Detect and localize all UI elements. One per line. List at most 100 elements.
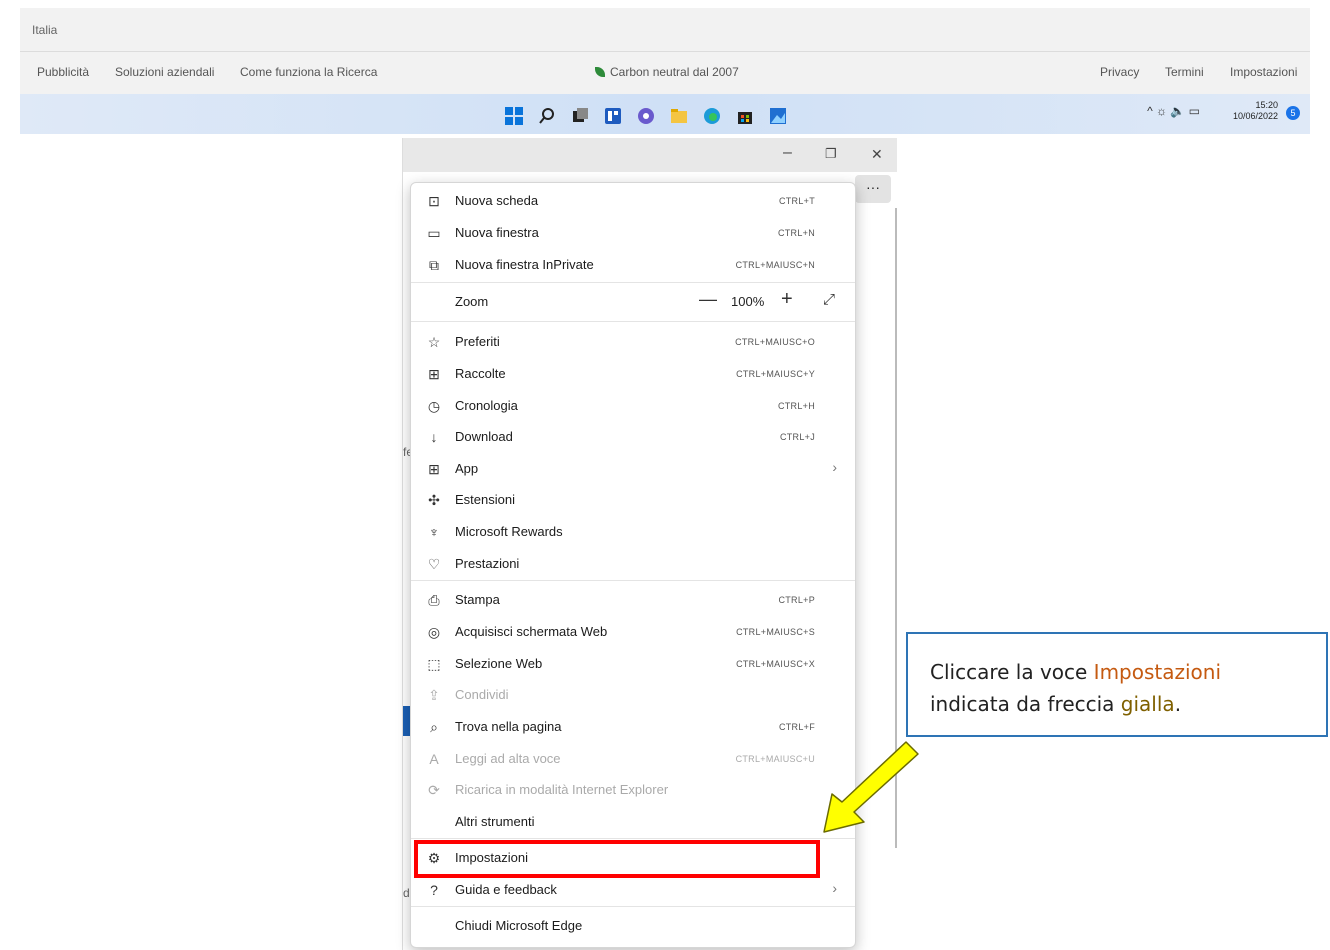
menu-separator	[411, 906, 855, 907]
carbon-neutral-notice: Carbon neutral dal 2007	[595, 65, 739, 79]
menu-item-label: Zoom	[455, 294, 489, 309]
menu-item-label: Guida e feedback	[455, 882, 557, 897]
menu-item-more-tools[interactable]: Altri strumenti	[411, 807, 855, 838]
minimize-button[interactable]: –	[783, 144, 792, 162]
menu-item-shortcut: CTRL+T	[778, 196, 815, 206]
menu-item-find-on-page[interactable]: ⌕ Trova nella pagina CTRL+F	[411, 712, 855, 743]
menu-item-new-tab[interactable]: ⊡ Nuova scheda CTRL+T	[411, 186, 855, 217]
windows-start-icon[interactable]	[505, 107, 523, 125]
menu-item-reload-ie-mode[interactable]: ⟳ Ricarica in modalità Internet Explorer	[411, 775, 855, 806]
menu-item-share[interactable]: ⇪ Condividi	[411, 680, 855, 711]
chevron-right-icon: ›	[832, 880, 837, 896]
menu-item-shortcut: CTRL+MAIUSC+Y	[736, 369, 815, 379]
menu-item-shortcut: CTRL+MAIUSC+U	[735, 754, 815, 764]
menu-item-read-aloud[interactable]: A Leggi ad alta voce CTRL+MAIUSC+U	[411, 744, 855, 775]
menu-item-close-edge[interactable]: Chiudi Microsoft Edge	[411, 911, 855, 942]
share-icon: ⇪	[428, 687, 440, 703]
chat-icon[interactable]	[637, 107, 655, 125]
performance-icon: ♡	[427, 556, 441, 572]
collections-icon: ⊞	[428, 366, 440, 382]
menu-item-web-select[interactable]: ⬚ Selezione Web CTRL+MAIUSC+X	[411, 649, 855, 680]
menu-item-label: Estensioni	[455, 492, 515, 507]
footer-link-settings[interactable]: Impostazioni	[1230, 65, 1297, 79]
menu-item-label: Nuova finestra	[455, 225, 539, 240]
leaf-icon	[595, 67, 605, 77]
zoom-level: 100%	[731, 294, 765, 309]
file-explorer-icon[interactable]	[670, 107, 688, 125]
rewards-icon: ♆	[428, 524, 440, 540]
edge-icon[interactable]	[703, 107, 721, 125]
menu-item-label: Acquisisci schermata Web	[455, 624, 608, 639]
settings-and-more-button[interactable]: ···	[855, 175, 891, 203]
menu-item-history[interactable]: ◷ Cronologia CTRL+H	[411, 391, 855, 422]
callout-line2-prefix: indicata da freccia	[930, 692, 1121, 716]
country-label: Italia	[32, 23, 58, 37]
zoom-in-button[interactable]: +	[781, 288, 793, 311]
chevron-right-icon: ›	[832, 459, 837, 475]
menu-item-label: Microsoft Rewards	[455, 524, 563, 539]
windows-taskbar: ^ ☼ 🔈 ▭ 15:20 10/06/2022 5	[20, 94, 1310, 134]
instruction-callout: Cliccare la voce Impostazioni indicata d…	[906, 632, 1328, 737]
menu-item-label: Stampa	[455, 592, 500, 607]
menu-item-shortcut: CTRL+MAIUSC+N	[735, 260, 815, 270]
menu-item-label: Preferiti	[455, 334, 500, 349]
widgets-icon[interactable]	[604, 107, 622, 125]
print-icon: ⎙	[428, 592, 440, 608]
close-button[interactable]: ✕	[871, 146, 883, 163]
menu-item-help-and-feedback[interactable]: ? Guida e feedback ›	[411, 875, 855, 906]
footer-link-privacy[interactable]: Privacy	[1100, 65, 1139, 79]
task-view-icon[interactable]	[571, 107, 589, 125]
menu-item-new-inprivate-window[interactable]: ⧉ Nuova finestra InPrivate CTRL+MAIUSC+N	[411, 250, 855, 281]
footer-divider	[20, 51, 1310, 52]
callout-line1-prefix: Cliccare la voce	[930, 660, 1094, 684]
read-aloud-icon: A	[429, 751, 439, 767]
menu-item-performance[interactable]: ♡ Prestazioni	[411, 549, 855, 580]
menu-item-label: Cronologia	[455, 398, 518, 413]
menu-item-shortcut: CTRL+J	[779, 432, 815, 442]
restore-button[interactable]: ❐	[825, 146, 837, 162]
menu-item-apps[interactable]: ⊞ App ›	[411, 454, 855, 485]
menu-item-favorites[interactable]: ☆ Preferiti CTRL+MAIUSC+O	[411, 327, 855, 358]
footer-link-business[interactable]: Soluzioni aziendali	[115, 65, 214, 79]
settings-highlight-box	[414, 840, 820, 878]
callout-text: Cliccare la voce Impostazioni indicata d…	[930, 656, 1221, 720]
menu-item-print[interactable]: ⎙ Stampa CTRL+P	[411, 585, 855, 616]
fullscreen-button[interactable]: ⤢	[823, 291, 835, 308]
inprivate-icon: ⧉	[429, 257, 439, 273]
title-bar: – ❐ ✕	[403, 138, 897, 172]
clock[interactable]: 15:20 10/06/2022	[1233, 100, 1278, 122]
menu-item-zoom: Zoom — 100% + ⤢	[411, 287, 855, 318]
find-icon: ⌕	[430, 719, 438, 735]
menu-item-new-window[interactable]: ▭ Nuova finestra CTRL+N	[411, 218, 855, 249]
menu-item-collections[interactable]: ⊞ Raccolte CTRL+MAIUSC+Y	[411, 359, 855, 390]
menu-item-microsoft-rewards[interactable]: ♆ Microsoft Rewards	[411, 517, 855, 548]
favorites-icon: ☆	[427, 334, 441, 350]
callout-line2-suffix: .	[1174, 692, 1182, 716]
search-icon[interactable]	[538, 107, 556, 125]
store-icon[interactable]	[736, 107, 754, 125]
photos-icon[interactable]	[769, 107, 787, 125]
menu-item-label: Download	[455, 429, 513, 444]
clock-date: 10/06/2022	[1232, 111, 1278, 121]
web-select-icon: ⬚	[427, 656, 441, 672]
menu-item-label: Condividi	[455, 687, 509, 702]
menu-item-extensions[interactable]: ✣ Estensioni	[411, 485, 855, 516]
help-icon: ?	[430, 882, 438, 898]
menu-item-web-capture[interactable]: ◎ Acquisisci schermata Web CTRL+MAIUSC+S	[411, 617, 855, 648]
page-footer: Italia Pubblicità Soluzioni aziendali Co…	[20, 8, 1310, 94]
menu-item-shortcut: CTRL+F	[778, 722, 815, 732]
menu-item-downloads[interactable]: ↓ Download CTRL+J	[411, 422, 855, 453]
system-tray[interactable]: ^ ☼ 🔈 ▭	[1147, 104, 1200, 118]
menu-item-label: Ricarica in modalità Internet Explorer	[455, 782, 669, 797]
history-icon: ◷	[427, 398, 441, 414]
carbon-neutral-text: Carbon neutral dal 2007	[610, 65, 739, 79]
footer-link-terms[interactable]: Termini	[1165, 65, 1204, 79]
notification-badge[interactable]: 5	[1286, 106, 1300, 120]
menu-item-label: Trova nella pagina	[455, 719, 562, 734]
footer-link-advertising[interactable]: Pubblicità	[37, 65, 89, 79]
zoom-out-button[interactable]: —	[699, 289, 717, 310]
menu-item-shortcut: CTRL+MAIUSC+S	[736, 627, 815, 637]
menu-separator	[411, 838, 855, 839]
callout-yellow-word: gialla	[1120, 692, 1175, 716]
footer-link-how-search-works[interactable]: Come funziona la Ricerca	[240, 65, 377, 79]
